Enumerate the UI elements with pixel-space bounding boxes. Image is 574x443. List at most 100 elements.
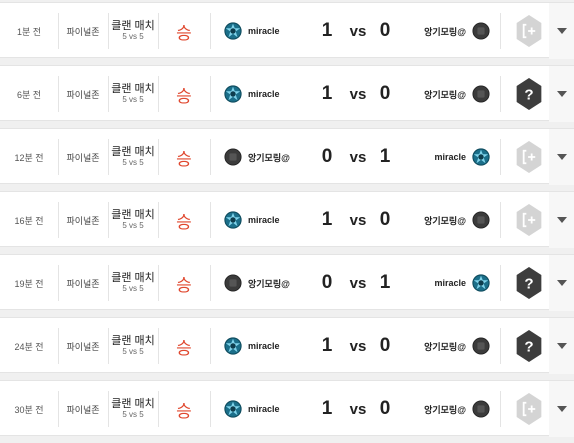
right-score: 1	[379, 146, 391, 167]
column-divider	[500, 265, 501, 301]
expand-toggle[interactable]	[549, 192, 574, 248]
right-team-name: 앙기모링@	[424, 89, 466, 100]
miracle-emblem-icon	[472, 148, 490, 166]
mode-sub: 5 vs 5	[122, 32, 144, 41]
dark-emblem-icon	[224, 148, 242, 166]
right-team-emblem	[472, 148, 490, 166]
question-icon: ?	[516, 330, 542, 362]
left-team[interactable]: 앙기모링@	[224, 129, 314, 185]
column-divider	[210, 13, 211, 49]
left-team-name: 앙기모링@	[248, 152, 290, 163]
right-team[interactable]: 앙기모링@	[398, 381, 490, 437]
left-score: 1	[321, 20, 333, 41]
match-mode: 클랜 매치 5 vs 5	[108, 255, 158, 311]
left-team[interactable]: miracle	[224, 381, 314, 437]
left-score: 0	[321, 272, 333, 293]
map-name: 파이널존	[66, 89, 100, 100]
right-team[interactable]: miracle	[398, 255, 490, 311]
match-time: 12분 전	[14, 152, 44, 163]
match-result: 승	[176, 338, 192, 358]
right-team-name: miracle	[434, 278, 466, 288]
match-badge[interactable]: ?	[509, 66, 549, 122]
match-mode: 클랜 매치 5 vs 5	[108, 318, 158, 374]
expand-toggle[interactable]	[549, 66, 574, 122]
column-divider	[210, 265, 211, 301]
match-badge[interactable]	[509, 381, 549, 437]
expand-toggle[interactable]	[549, 381, 574, 437]
column-divider	[210, 202, 211, 238]
column-divider	[210, 76, 211, 112]
expand-toggle[interactable]	[549, 129, 574, 185]
map-name: 파이널존	[66, 215, 100, 226]
mode-name: 클랜 매치	[111, 335, 155, 347]
miracle-emblem-icon	[472, 274, 490, 292]
right-team-name: 앙기모링@	[424, 26, 466, 37]
right-team[interactable]: miracle	[398, 129, 490, 185]
right-team-name: miracle	[434, 152, 466, 162]
match-badge[interactable]: ?	[509, 318, 549, 374]
column-divider	[500, 202, 501, 238]
right-team-emblem	[472, 274, 490, 292]
match-badge[interactable]: ?	[509, 255, 549, 311]
match-row[interactable]: 30분 전 파이널존 클랜 매치 5 vs 5 승 miracle 1 vs 0…	[0, 380, 574, 437]
match-badge[interactable]	[509, 192, 549, 248]
match-time: 24분 전	[14, 341, 44, 352]
left-team[interactable]: 앙기모링@	[224, 255, 314, 311]
match-row[interactable]: 1분 전 파이널존 클랜 매치 5 vs 5 승 miracle 1 vs 0 …	[0, 2, 574, 59]
miracle-emblem-icon	[224, 211, 242, 229]
expand-toggle[interactable]	[549, 318, 574, 374]
chevron-down-icon	[556, 91, 567, 97]
map-name: 파이널존	[66, 341, 100, 352]
chevron-down-icon	[556, 343, 567, 349]
left-team[interactable]: miracle	[224, 192, 314, 248]
match-time: 16분 전	[14, 215, 44, 226]
dark-emblem-icon	[224, 274, 242, 292]
right-team-emblem	[472, 400, 490, 418]
miracle-emblem-icon	[224, 337, 242, 355]
right-score: 0	[379, 398, 391, 419]
right-team[interactable]: 앙기모링@	[398, 318, 490, 374]
match-result: 승	[176, 149, 192, 169]
match-badge[interactable]	[509, 3, 549, 59]
dark-emblem-icon	[472, 22, 490, 40]
mode-sub: 5 vs 5	[122, 284, 144, 293]
dark-emblem-icon	[472, 85, 490, 103]
mode-name: 클랜 매치	[111, 398, 155, 410]
dark-emblem-icon	[472, 211, 490, 229]
left-score: 1	[321, 398, 333, 419]
map-name: 파이널존	[66, 152, 100, 163]
chevron-down-icon	[556, 28, 567, 34]
left-team[interactable]: miracle	[224, 318, 314, 374]
mode-sub: 5 vs 5	[122, 221, 144, 230]
vs-label: vs	[349, 274, 367, 292]
left-score: 1	[321, 83, 333, 104]
vs-label: vs	[349, 22, 367, 40]
match-row[interactable]: 12분 전 파이널존 클랜 매치 5 vs 5 승 앙기모링@ 0 vs 1 m…	[0, 128, 574, 185]
match-row[interactable]: 24분 전 파이널존 클랜 매치 5 vs 5 승 miracle 1 vs 0…	[0, 317, 574, 374]
left-team[interactable]: miracle	[224, 66, 314, 122]
expand-toggle[interactable]	[549, 255, 574, 311]
right-team-name: 앙기모링@	[424, 404, 466, 415]
match-badge[interactable]	[509, 129, 549, 185]
right-team[interactable]: 앙기모링@	[398, 192, 490, 248]
left-score: 1	[321, 335, 333, 356]
right-score: 0	[379, 209, 391, 230]
column-divider	[500, 13, 501, 49]
match-history-list: 1분 전 파이널존 클랜 매치 5 vs 5 승 miracle 1 vs 0 …	[0, 0, 574, 443]
match-mode: 클랜 매치 5 vs 5	[108, 381, 158, 437]
expand-toggle[interactable]	[549, 3, 574, 59]
join-icon	[516, 204, 542, 236]
match-row[interactable]: 19분 전 파이널존 클랜 매치 5 vs 5 승 앙기모링@ 0 vs 1 m…	[0, 254, 574, 311]
right-score: 0	[379, 335, 391, 356]
match-time: 30분 전	[14, 404, 44, 415]
left-team-emblem	[224, 400, 242, 418]
left-team-emblem	[224, 22, 242, 40]
miracle-emblem-icon	[224, 22, 242, 40]
match-row[interactable]: 6분 전 파이널존 클랜 매치 5 vs 5 승 miracle 1 vs 0 …	[0, 65, 574, 122]
match-row[interactable]: 16분 전 파이널존 클랜 매치 5 vs 5 승 miracle 1 vs 0…	[0, 191, 574, 248]
left-team[interactable]: miracle	[224, 3, 314, 59]
right-team[interactable]: 앙기모링@	[398, 66, 490, 122]
vs-label: vs	[349, 85, 367, 103]
right-team[interactable]: 앙기모링@	[398, 3, 490, 59]
vs-label: vs	[349, 337, 367, 355]
